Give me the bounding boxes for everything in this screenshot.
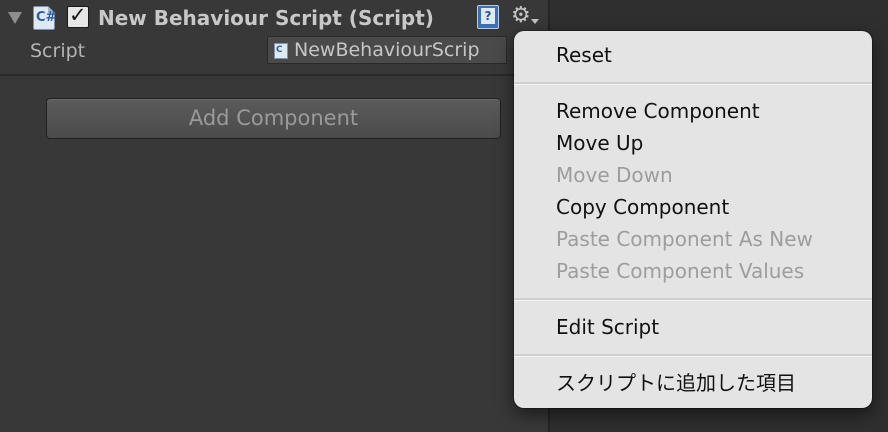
menu-item-move-up[interactable]: Move Up	[556, 129, 643, 157]
component-context-menu: Reset Remove Component Move Up Move Down…	[514, 31, 872, 408]
component-enabled-checkbox[interactable]: ✓	[67, 3, 89, 28]
component-title: New Behaviour Script (Script)	[98, 6, 434, 30]
menu-item-paste-values: Paste Component Values	[556, 259, 805, 283]
add-component-button[interactable]: Add Component	[46, 98, 501, 139]
help-icon[interactable]: ?	[477, 5, 499, 29]
menu-item-added-to-script[interactable]: スクリプトに追加した項目	[556, 369, 796, 397]
menu-item-edit-script[interactable]: Edit Script	[556, 313, 659, 341]
menu-separator	[514, 298, 872, 301]
csharp-glyph: C#	[36, 10, 57, 25]
gear-icon[interactable]: ⚙	[511, 3, 541, 28]
menu-item-copy-component[interactable]: Copy Component	[556, 193, 729, 221]
menu-separator	[514, 82, 872, 85]
csharp-glyph: C	[276, 45, 283, 55]
unity-inspector-window: C# ✓ New Behaviour Script (Script) ? ⚙ S…	[0, 0, 888, 432]
csharp-script-icon: C#	[33, 6, 57, 30]
checkmark-icon: ✓	[69, 3, 87, 27]
inspector-panel: C# ✓ New Behaviour Script (Script) ? ⚙ S…	[0, 0, 548, 432]
question-mark-icon: ?	[481, 8, 495, 24]
script-field-value: NewBehaviourScrip	[294, 39, 480, 61]
foldout-arrow-icon[interactable]	[8, 12, 22, 24]
menu-item-move-down: Move Down	[556, 163, 673, 187]
component-header[interactable]: C# ✓ New Behaviour Script (Script) ? ⚙	[0, 0, 548, 36]
menu-separator	[514, 354, 872, 357]
chevron-down-icon	[531, 19, 539, 24]
menu-item-paste-as-new: Paste Component As New	[556, 227, 813, 251]
script-label: Script	[30, 40, 86, 62]
csharp-script-icon: C	[274, 43, 288, 59]
script-property-row: Script C NewBehaviourScrip	[0, 36, 548, 66]
menu-item-remove-component[interactable]: Remove Component	[556, 97, 760, 125]
script-object-field[interactable]: C NewBehaviourScrip	[267, 36, 507, 64]
divider	[0, 74, 548, 76]
menu-item-reset[interactable]: Reset	[556, 41, 612, 69]
settings-gear-glyph: ⚙	[511, 3, 531, 28]
